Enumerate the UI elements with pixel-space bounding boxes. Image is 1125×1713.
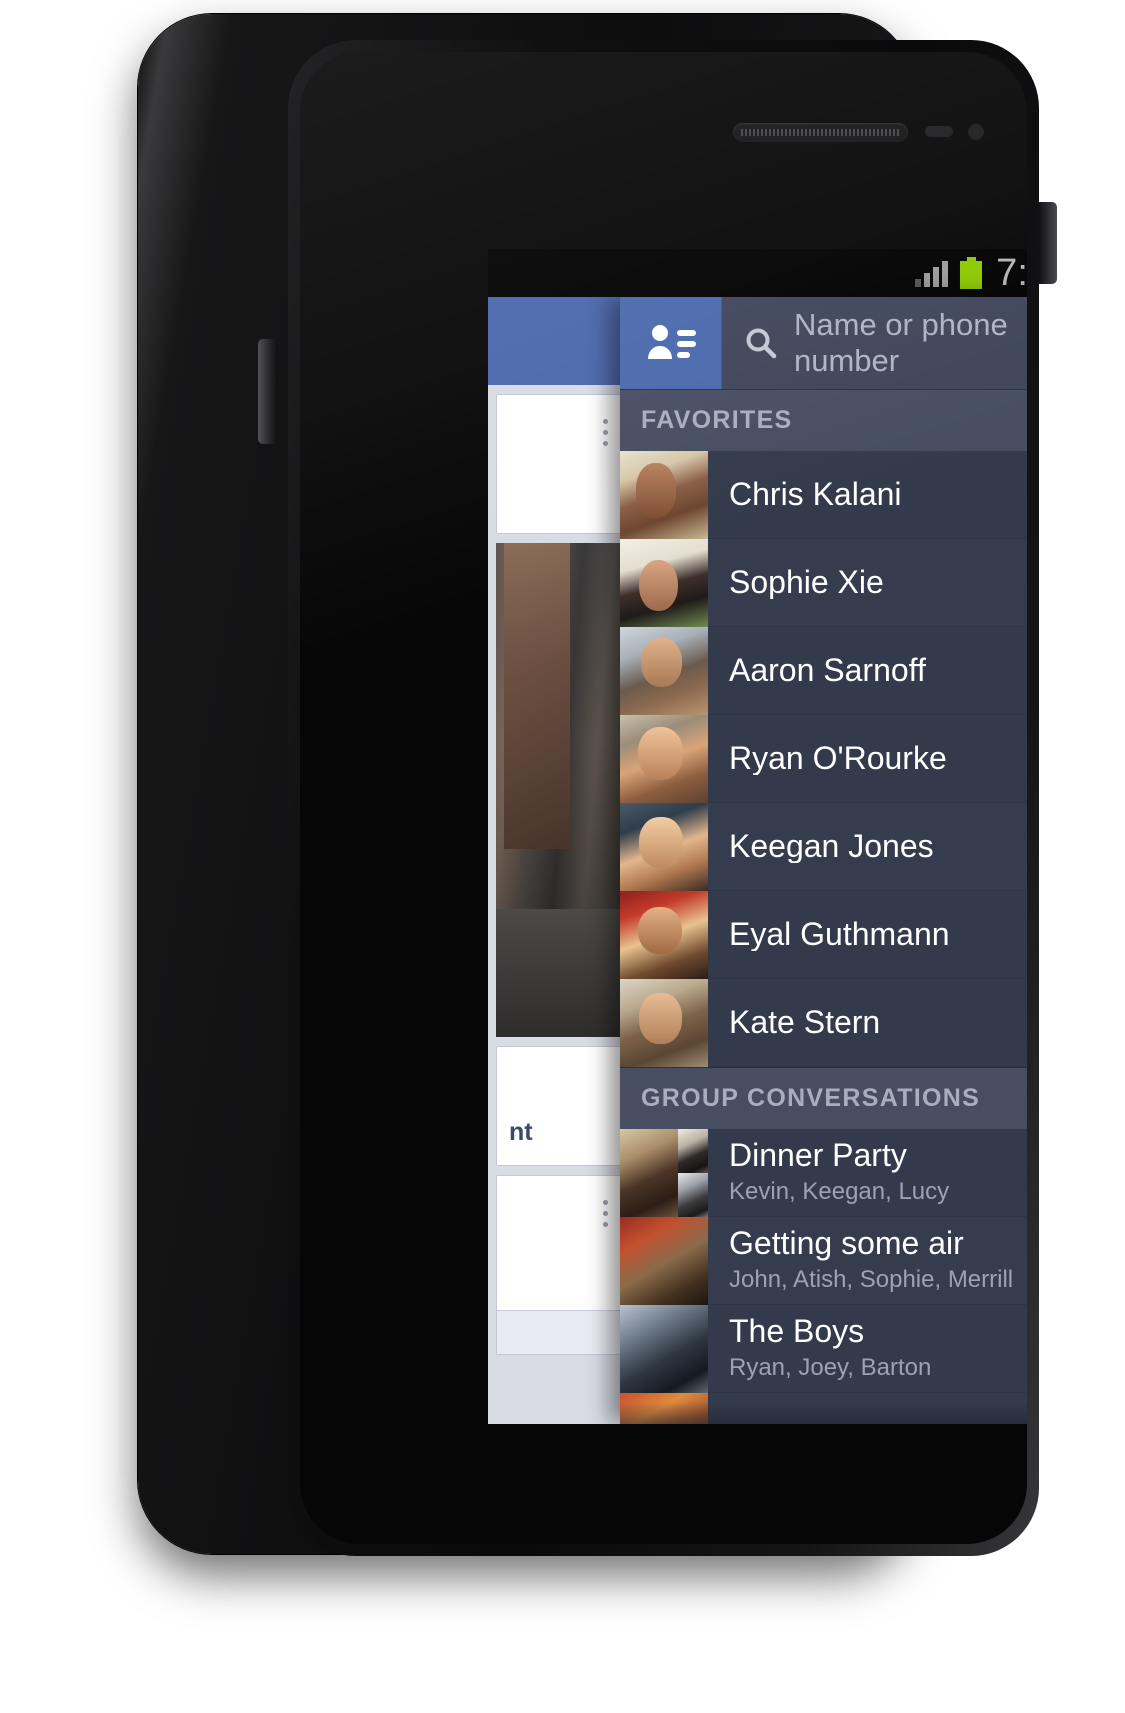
- contact-row[interactable]: Sophie Xie: [620, 539, 1027, 627]
- group-avatar: [620, 1217, 708, 1305]
- contact-row[interactable]: Keegan Jones: [620, 803, 1027, 891]
- contacts-list-icon: [647, 325, 696, 359]
- phone-screen-glass: 7:05 PM nt: [300, 52, 1027, 1544]
- group-name: The Boys: [729, 1315, 865, 1349]
- background-feed-card[interactable]: [496, 394, 623, 534]
- contact-name: Kate Stern: [729, 1005, 881, 1040]
- group-row[interactable]: [620, 1393, 1027, 1424]
- avatar: [620, 803, 708, 891]
- search-placeholder-text: Name or phone number: [794, 307, 1008, 378]
- contact-row[interactable]: Kate Stern 1h: [620, 979, 1027, 1067]
- overflow-menu-icon[interactable]: [603, 1200, 608, 1233]
- contact-name: Eyal Guthmann: [729, 917, 950, 952]
- contact-name: Chris Kalani: [729, 477, 902, 512]
- power-button[interactable]: [1038, 202, 1057, 284]
- background-cut-text: nt: [509, 1118, 533, 1146]
- group-name: Dinner Party: [729, 1139, 907, 1173]
- contact-row[interactable]: Ryan O'Rourke 3m: [620, 715, 1027, 803]
- status-bar-clock: 7:05 PM: [996, 252, 1027, 294]
- contact-name: Ryan O'Rourke: [729, 741, 947, 776]
- avatar: [620, 539, 708, 627]
- group-members: Ryan, Joey, Barton: [729, 1353, 932, 1381]
- battery-full-icon: [960, 257, 983, 289]
- avatar: [620, 979, 708, 1067]
- avatar: [620, 715, 708, 803]
- background-feed-card[interactable]: nt: [496, 1046, 623, 1166]
- avatar: [620, 451, 708, 539]
- phone-device-frame: 7:05 PM nt: [138, 14, 1057, 1556]
- background-feed-card[interactable]: [496, 1175, 623, 1355]
- signal-bars-icon: [915, 259, 949, 287]
- proximity-sensor: [925, 126, 953, 137]
- background-feed-photo-card[interactable]: [496, 543, 623, 1037]
- background-app-topbar: [488, 297, 630, 385]
- search-icon: [746, 328, 777, 359]
- overflow-menu-icon[interactable]: [603, 419, 608, 452]
- favorites-section-header: FAVORITES Edit: [620, 389, 1027, 451]
- earpiece-speaker: [733, 123, 908, 142]
- contact-row[interactable]: Aaron Sarnoff 3h: [620, 627, 1027, 715]
- background-app-peek[interactable]: nt: [488, 297, 630, 1424]
- group-members: Kevin, Keegan, Lucy: [729, 1177, 950, 1205]
- app-header: Name or phone number +: [620, 297, 1027, 389]
- background-card-footer: [497, 1310, 622, 1354]
- device-screen: 7:05 PM nt: [488, 249, 1027, 1424]
- contact-name: Aaron Sarnoff: [729, 653, 926, 688]
- group-name: Getting some air: [729, 1227, 964, 1261]
- group-members: John, Atish, Sophie, Merrill: [729, 1265, 1014, 1293]
- light-sensor: [968, 124, 984, 140]
- group-avatar: [620, 1393, 708, 1424]
- contact-row[interactable]: Eyal Guthmann 40m: [620, 891, 1027, 979]
- background-feed-photo: [496, 543, 623, 1037]
- search-input[interactable]: Name or phone number: [722, 297, 1027, 389]
- contact-name: Sophie Xie: [729, 565, 884, 600]
- avatar: [620, 627, 708, 715]
- groups-title: GROUP CONVERSATIONS: [641, 1084, 981, 1112]
- status-bar: 7:05 PM: [488, 249, 1027, 297]
- contact-row[interactable]: Chris Kalani 1h: [620, 451, 1027, 539]
- group-row[interactable]: Dinner Party Kevin, Keegan, Lucy: [620, 1129, 1027, 1217]
- group-avatar: [620, 1305, 708, 1393]
- volume-button[interactable]: [258, 339, 278, 444]
- group-avatar: [620, 1129, 708, 1217]
- favorites-title: FAVORITES: [641, 406, 793, 434]
- group-row[interactable]: Getting some air John, Atish, Sophie, Me…: [620, 1217, 1027, 1305]
- contacts-list-toggle-button[interactable]: [620, 297, 722, 389]
- messenger-contacts-drawer: Name or phone number + FAVORITES Edit Ch…: [620, 297, 1027, 1424]
- contact-name: Keegan Jones: [729, 829, 934, 864]
- groups-section-header: GROUP CONVERSATIONS: [620, 1067, 1027, 1129]
- avatar: [620, 891, 708, 979]
- group-row[interactable]: The Boys Ryan, Joey, Barton: [620, 1305, 1027, 1393]
